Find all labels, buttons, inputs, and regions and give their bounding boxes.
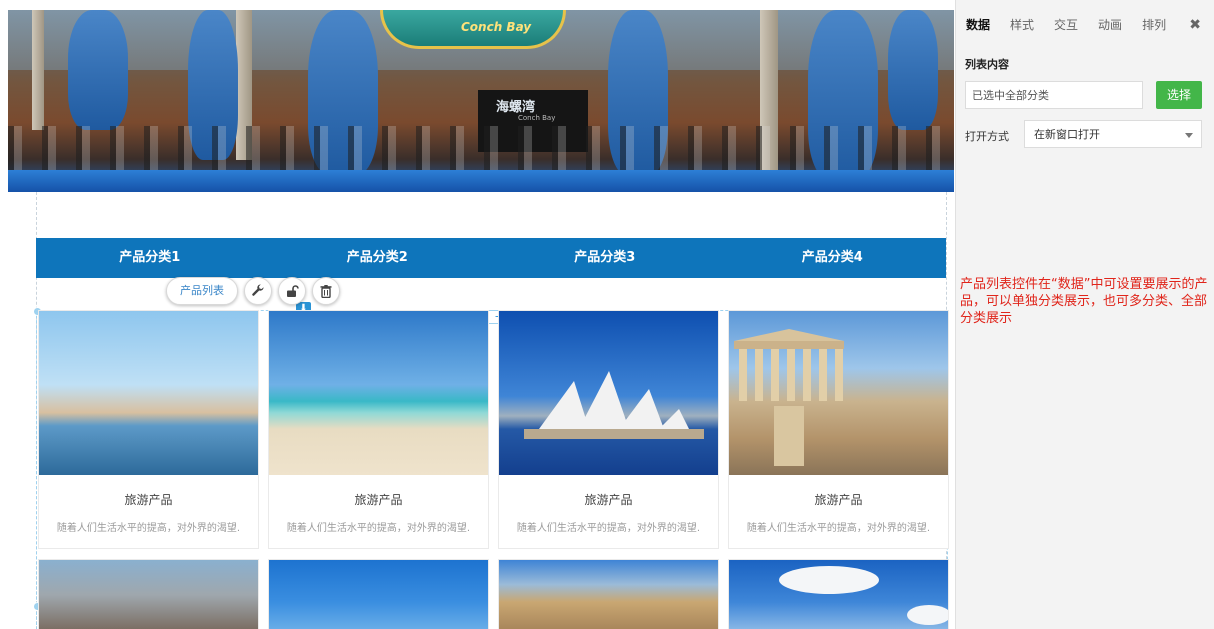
product-card[interactable]: 旅游产品 随着人们生活水平的提高，对外界的渴望. <box>268 310 489 549</box>
product-card[interactable]: 旅游产品 随着人们生活水平的提高，对外界的渴望. <box>728 310 949 549</box>
editor-canvas: Conch Bay 海螺湾 Conch Bay 产品分类1 产品分类2 产品分类… <box>0 0 955 629</box>
product-image-mountain <box>39 560 258 629</box>
banner-sign: Conch Bay <box>380 10 566 49</box>
panel-tabs: 数据 样式 交互 动画 排列 <box>956 10 1214 40</box>
open-mode-select[interactable]: 在新窗口打开 <box>1024 120 1202 148</box>
select-button[interactable]: 选择 <box>1156 81 1202 109</box>
tab-arrange[interactable]: 排列 <box>1132 10 1176 40</box>
category-tab-3[interactable]: 产品分类3 <box>491 238 719 278</box>
wrench-icon[interactable] <box>244 277 272 305</box>
product-image-resort <box>39 311 258 475</box>
product-card[interactable] <box>38 559 259 629</box>
product-title: 旅游产品 <box>124 493 173 507</box>
product-card[interactable] <box>268 559 489 629</box>
open-mode-value: 在新窗口打开 <box>1034 128 1100 141</box>
tab-data[interactable]: 数据 <box>956 10 1000 40</box>
component-name-button[interactable]: 产品列表 <box>166 277 238 305</box>
product-title: 旅游产品 <box>814 493 863 507</box>
product-title: 旅游产品 <box>584 493 633 507</box>
open-mode-label: 打开方式 <box>965 130 1009 143</box>
unlock-icon[interactable] <box>278 277 306 305</box>
product-desc: 随着人们生活水平的提高，对外界的渴望. <box>56 523 241 534</box>
tab-style[interactable]: 样式 <box>1000 10 1044 40</box>
tab-animation[interactable]: 动画 <box>1088 10 1132 40</box>
banner-image[interactable]: Conch Bay 海螺湾 Conch Bay <box>8 10 954 192</box>
category-tab-1[interactable]: 产品分类1 <box>36 238 264 278</box>
product-image-rocks <box>499 560 718 629</box>
product-image-opera-house <box>499 311 718 475</box>
product-card[interactable]: 旅游产品 随着人们生活水平的提高，对外界的渴望. <box>38 310 259 549</box>
element-toolbar: 产品列表 <box>166 277 340 305</box>
category-selection-field[interactable]: 已选中全部分类 <box>965 81 1143 109</box>
product-desc: 随着人们生活水平的提高，对外界的渴望. <box>516 523 701 534</box>
category-tab-4[interactable]: 产品分类4 <box>719 238 947 278</box>
category-nav: 产品分类1 产品分类2 产品分类3 产品分类4 <box>36 238 946 278</box>
settings-panel: 数据 样式 交互 动画 排列 ✖ 列表内容 已选中全部分类 选择 打开方式 在新… <box>955 0 1214 629</box>
list-content-label: 列表内容 <box>965 58 1009 71</box>
annotation-text: 产品列表控件在“数据”中可设置要展示的产品，可以单独分类展示，也可多分类、全部分… <box>960 277 1208 326</box>
product-card[interactable]: 旅游产品 随着人们生活水平的提高，对外界的渴望. <box>498 310 719 549</box>
product-desc: 随着人们生活水平的提高，对外界的渴望. <box>286 523 471 534</box>
product-card[interactable] <box>498 559 719 629</box>
close-icon[interactable]: ✖ <box>1189 10 1201 40</box>
product-card[interactable] <box>728 559 949 629</box>
product-image-parthenon <box>729 311 948 475</box>
trash-icon[interactable] <box>312 277 340 305</box>
product-image-sky <box>269 560 488 629</box>
category-tab-2[interactable]: 产品分类2 <box>264 238 492 278</box>
product-image-clouds <box>729 560 948 629</box>
product-title: 旅游产品 <box>354 493 403 507</box>
chevron-down-icon <box>1185 133 1193 138</box>
tab-interaction[interactable]: 交互 <box>1044 10 1088 40</box>
product-desc: 随着人们生活水平的提高，对外界的渴望. <box>746 523 931 534</box>
product-image-beach <box>269 311 488 475</box>
